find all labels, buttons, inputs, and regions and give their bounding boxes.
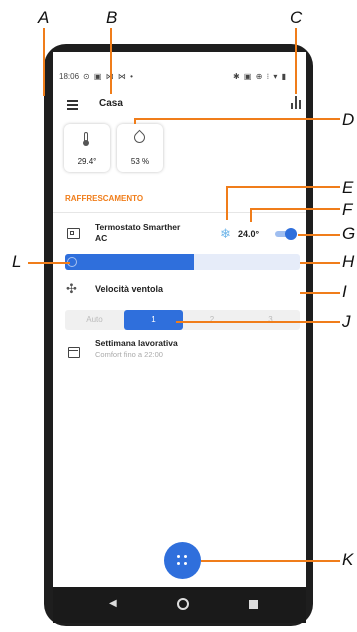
- callout-line-e: [226, 186, 340, 188]
- callout-line-b: [110, 28, 112, 94]
- callout-i: I: [342, 282, 347, 301]
- callout-c: C: [290, 8, 303, 27]
- callout-b: B: [106, 8, 118, 27]
- callout-line-i: [300, 292, 340, 294]
- fan-speed-selector: Auto 1 2 3: [65, 310, 300, 330]
- status-right-icons: ✱ ▣ ⊕ ⁝ ▾ ▮: [233, 72, 288, 81]
- fab-button[interactable]: [164, 542, 201, 579]
- callout-line-g: [298, 234, 340, 236]
- schedule-subtitle: Comfort fino a 22:00: [95, 350, 163, 359]
- temperature-card: 29.4°: [64, 124, 110, 172]
- fan-option-auto[interactable]: Auto: [65, 310, 124, 330]
- callout-a: A: [38, 8, 50, 27]
- fan-label: Velocità ventola: [95, 284, 164, 294]
- menu-icon[interactable]: [67, 100, 78, 110]
- android-nav-bar: ◀: [53, 587, 306, 623]
- setpoint-value: 24.0°: [238, 229, 260, 239]
- humidity-card: 53 %: [117, 124, 163, 172]
- schedule-row[interactable]: Settimana lavorativa Comfort fino a 22:0…: [93, 338, 293, 364]
- back-icon[interactable]: ◀: [109, 598, 117, 609]
- callout-e: E: [342, 178, 354, 197]
- enable-toggle[interactable]: [275, 228, 297, 240]
- callout-line-f-down: [250, 208, 252, 222]
- home-icon[interactable]: [177, 598, 189, 610]
- fan-option-3[interactable]: 3: [241, 310, 300, 330]
- fan-icon: ✣: [66, 281, 77, 296]
- callout-line-h: [300, 262, 340, 264]
- thermostat-device-icon: [67, 228, 80, 239]
- callout-j: J: [342, 312, 351, 331]
- callout-f: F: [342, 200, 353, 219]
- slider-fill: [65, 254, 195, 270]
- schedule-title: Settimana lavorativa: [95, 338, 178, 348]
- humidity-value: 53 %: [130, 157, 150, 166]
- status-bar: 18:06 ⊙ ▣ ⋈ ⋈ • ✱ ▣ ⊕ ⁝ ▾ ▮: [53, 52, 306, 92]
- callout-line-d-down: [134, 118, 136, 124]
- fan-option-2[interactable]: 2: [183, 310, 241, 330]
- divider: [53, 212, 306, 213]
- callout-line-e-down: [226, 186, 228, 220]
- callout-g: G: [342, 224, 356, 243]
- status-left-icons: ⊙ ▣ ⋈ ⋈ •: [83, 72, 134, 81]
- app-screen: 18:06 ⊙ ▣ ⋈ ⋈ • ✱ ▣ ⊕ ⁝ ▾ ▮ Casa 29.4° 5…: [53, 52, 306, 587]
- page-title: Casa: [99, 98, 123, 109]
- callout-line-a: [43, 28, 45, 96]
- recents-icon[interactable]: [249, 600, 258, 609]
- callout-line-j: [176, 321, 340, 323]
- callout-line-f: [250, 208, 340, 210]
- callout-line-d: [134, 118, 340, 120]
- callout-l: L: [12, 252, 22, 271]
- bar-chart-icon[interactable]: [291, 95, 303, 109]
- setpoint-slider[interactable]: [65, 254, 300, 270]
- temperature-value: 29.4°: [77, 157, 97, 166]
- thermostat-name-line2: AC: [95, 233, 108, 243]
- status-time: 18:06: [59, 72, 80, 81]
- callout-h: H: [342, 252, 355, 271]
- calendar-icon: [68, 347, 80, 358]
- humidity-drop-icon: [131, 129, 148, 146]
- fan-option-1[interactable]: 1: [124, 310, 183, 330]
- thermostat-name: Termostato Smarther: [95, 222, 181, 232]
- callout-line-c: [295, 28, 297, 94]
- grid-dots-icon: [177, 555, 188, 566]
- snowflake-icon: ❄: [220, 226, 231, 241]
- callout-line-l: [28, 262, 70, 264]
- callout-k: K: [342, 550, 354, 569]
- thermometer-icon: [83, 132, 89, 146]
- section-title: RAFFRESCAMENTO: [65, 194, 144, 203]
- callout-line-k: [201, 560, 340, 562]
- callout-d: D: [342, 110, 355, 129]
